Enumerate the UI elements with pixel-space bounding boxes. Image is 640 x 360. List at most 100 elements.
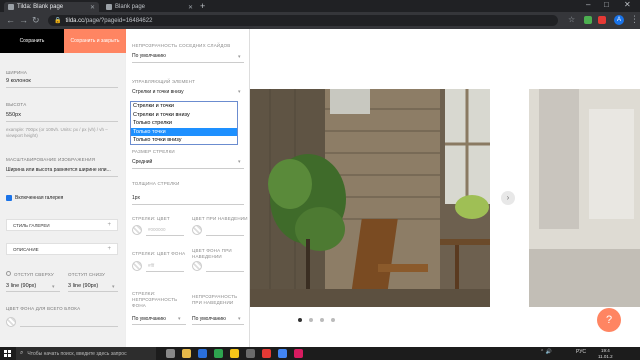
arrows-opacity-select[interactable]: По умолчанию [132, 316, 166, 322]
divider [6, 121, 118, 122]
divider [206, 271, 244, 272]
slider-dot[interactable] [298, 318, 302, 322]
maximize-button[interactable]: □ [604, 0, 609, 9]
app-icon[interactable] [246, 349, 255, 358]
task-view-icon[interactable] [166, 349, 175, 358]
slider-dot[interactable] [331, 318, 335, 322]
arrows-bg-input[interactable]: #fff [148, 263, 154, 268]
taskbar-clock[interactable]: 19:4 11.01.2 [598, 348, 613, 359]
chevron-down-icon: ▾ [238, 159, 241, 165]
wooden-house-photo [250, 89, 490, 307]
width-label: Ширина [6, 70, 28, 75]
indent-top-select[interactable]: 3 line (90px) [6, 283, 36, 289]
indent-bottom-select[interactable]: 3 line (90px) [68, 283, 98, 289]
dropdown-option[interactable]: Стрелки и точки внизу [131, 111, 237, 120]
extension-icon[interactable] [598, 16, 606, 24]
app-icon[interactable] [198, 349, 207, 358]
description-section[interactable]: Описание + [6, 243, 118, 255]
save-and-close-button[interactable]: Сохранить и закрыть [64, 29, 126, 53]
yandex-icon[interactable] [262, 349, 271, 358]
height-hint: example: 700px (or 100vh. Units: px / px… [6, 127, 108, 138]
tilda-favicon-icon [8, 4, 14, 10]
radio-icon[interactable] [6, 271, 11, 276]
arrows-bg-swatch[interactable] [132, 261, 142, 271]
dropdown-option-selected[interactable]: Только точки [131, 127, 237, 136]
tab-blank-page[interactable]: Blank page ✕ [102, 2, 197, 12]
chrome-icon[interactable] [278, 349, 287, 358]
neighbor-opacity-label: Непрозрачность соседних слайдов [132, 43, 231, 48]
chevron-down-icon: ▾ [112, 284, 115, 290]
page-favicon-icon [106, 4, 112, 10]
app-icon[interactable] [214, 349, 223, 358]
slider-dot[interactable] [309, 318, 313, 322]
divider [6, 176, 118, 177]
windows-start-icon[interactable] [4, 350, 11, 357]
close-tab-icon[interactable]: ✕ [90, 4, 95, 11]
scale-select[interactable]: Ширина или высота равняется ширине или..… [6, 167, 111, 173]
height-label: Высота [6, 102, 27, 107]
arrow-thickness-input[interactable]: 1px [132, 195, 140, 201]
browser-toolbar: ← → ↻ 🔒 tilda.cc/page/?pageid=16484622 ☆… [0, 12, 640, 29]
dropdown-option[interactable]: Стрелки и точки [131, 102, 237, 111]
language-indicator[interactable]: РУС [576, 349, 586, 355]
slider-next-arrow[interactable]: › [501, 191, 515, 205]
page-preview: › ? [250, 29, 640, 347]
expand-icon: + [107, 246, 111, 252]
windows-taskbar: ⌕ Чтобы начать поиск, введите здесь запр… [0, 347, 640, 360]
divider [132, 324, 186, 325]
arrows-hover-color-swatch[interactable] [192, 225, 202, 235]
bookmark-star-icon[interactable]: ☆ [568, 15, 575, 24]
control-element-dropdown[interactable]: Стрелки и точки Стрелки и точки внизу То… [130, 101, 238, 145]
close-window-button[interactable]: ✕ [624, 0, 631, 9]
profile-avatar[interactable]: A [614, 15, 624, 25]
divider [192, 324, 244, 325]
gallery-style-section[interactable]: Стиль галереи + [6, 219, 118, 231]
address-bar[interactable]: 🔒 tilda.cc/page/?pageid=16484622 [48, 15, 558, 26]
file-explorer-icon[interactable] [182, 349, 191, 358]
tab-tilda-blank-page[interactable]: Tilda: Blank page ✕ [4, 2, 99, 12]
divider [6, 87, 118, 88]
taskbar-search-input[interactable]: ⌕ Чтобы начать поиск, введите здесь запр… [16, 347, 156, 360]
browser-menu-icon[interactable]: ⋮ [630, 14, 639, 25]
minimize-button[interactable]: – [586, 0, 590, 9]
arrows-opacity-hover-select[interactable]: По умолчанию [192, 316, 226, 322]
bg-color-swatch[interactable] [6, 317, 16, 327]
fullscreen-checkbox[interactable] [6, 195, 12, 201]
neighbor-opacity-select[interactable]: По умолчанию [132, 53, 166, 59]
slider-dot[interactable] [320, 318, 324, 322]
close-tab-icon[interactable]: ✕ [188, 4, 193, 11]
chevron-down-icon: ▾ [238, 316, 241, 322]
extension-icon[interactable] [584, 16, 592, 24]
next-slide-photo [529, 89, 640, 307]
arrows-color-swatch[interactable] [132, 225, 142, 235]
arrows-bg-hover-swatch[interactable] [192, 261, 202, 271]
app-icon[interactable] [294, 349, 303, 358]
save-button[interactable]: Сохранить [0, 29, 64, 53]
chevron-down-icon: ▾ [238, 54, 241, 60]
chevron-down-icon: ▾ [238, 89, 241, 95]
arrow-size-label: Размер стрелки [132, 149, 175, 154]
arrows-color-input[interactable]: #000000 [148, 227, 166, 232]
tray-icons[interactable]: ⌃ 🔊 [540, 349, 552, 355]
divider [146, 271, 184, 272]
arrows-color-label: Стрелки: цвет [132, 216, 170, 221]
control-element-select[interactable]: Стрелки и точки внизу [132, 89, 184, 95]
new-tab-button[interactable]: + [200, 1, 205, 11]
arrow-size-select[interactable]: Средний [132, 159, 152, 165]
divider [6, 291, 60, 292]
reload-icon[interactable]: ↻ [32, 15, 40, 26]
arrow-thickness-label: Толщина стрелки [132, 181, 180, 186]
dropdown-option[interactable]: Только стрелки [131, 119, 237, 128]
app-icon[interactable] [230, 349, 239, 358]
tab-title: Blank page [115, 4, 146, 10]
gallery-next-slide-photo [529, 89, 640, 307]
dropdown-option[interactable]: Только точки внизу [131, 136, 237, 145]
back-icon[interactable]: ← [6, 15, 15, 25]
expand-icon: + [107, 222, 111, 228]
height-input[interactable]: 550px [6, 112, 21, 118]
forward-icon[interactable]: → [19, 15, 28, 25]
divider [206, 235, 244, 236]
help-button[interactable]: ? [597, 308, 621, 332]
width-select[interactable]: 9 колонок [6, 78, 31, 84]
arrows-hover-color-label: Цвет при наведении [192, 216, 248, 221]
